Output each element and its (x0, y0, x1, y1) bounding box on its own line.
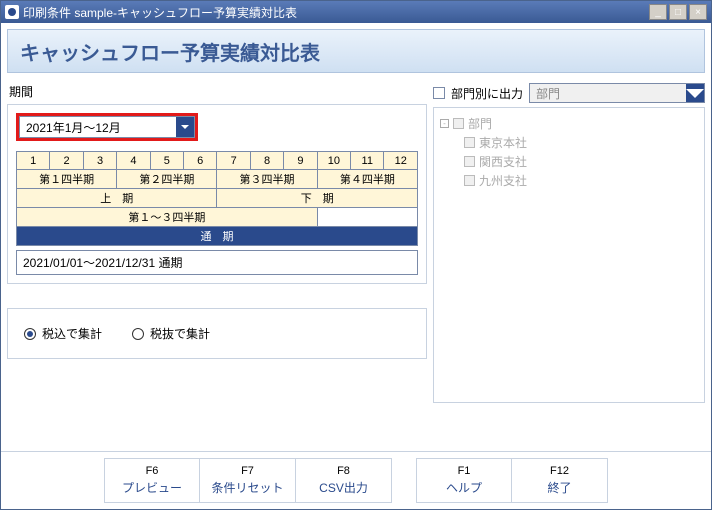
radio-incl-label: 税込で集計 (42, 325, 102, 342)
dept-combo[interactable]: 部門 (529, 83, 705, 103)
radio-excl-tax[interactable]: 税抜で集計 (132, 325, 210, 342)
month-button-7[interactable]: 7 (217, 152, 250, 170)
half-button-2[interactable]: 下 期 (217, 189, 418, 208)
quarter-button-3[interactable]: 第３四半期 (217, 170, 317, 189)
radio-excl-label: 税抜で集計 (150, 325, 210, 342)
preview-button[interactable]: F6 プレビュー (104, 458, 200, 503)
footer-toolbar: F6 プレビュー F7 条件リセット F8 CSV出力 F1 ヘルプ F12 終… (1, 451, 711, 509)
quarter-button-4[interactable]: 第４四半期 (317, 170, 417, 189)
fbtn-label: 条件リセット (211, 479, 283, 496)
titlebar: 印刷条件 sample-キャッシュフロー予算実績対比表 _ □ × (1, 1, 711, 23)
fbtn-label: ヘルプ (446, 479, 482, 496)
tree-item-label: 東京本社 (479, 134, 527, 151)
period-combo-highlight: 2021年1月～12月 (16, 113, 198, 141)
period-label: 期間 (7, 79, 427, 104)
period-combo[interactable]: 2021年1月～12月 (19, 116, 195, 138)
close-button[interactable]: × (689, 4, 707, 20)
maximize-button[interactable]: □ (669, 4, 687, 20)
dept-output-label: 部門別に出力 (451, 85, 523, 102)
collapse-icon[interactable]: - (440, 119, 449, 128)
tree-checkbox[interactable] (453, 118, 464, 129)
month-button-8[interactable]: 8 (250, 152, 283, 170)
tree-item-label: 九州支社 (479, 172, 527, 189)
half-button-1[interactable]: 上 期 (17, 189, 217, 208)
month-button-1[interactable]: 1 (17, 152, 50, 170)
dept-output-checkbox[interactable] (433, 87, 445, 99)
tree-checkbox[interactable] (464, 137, 475, 148)
tree-root[interactable]: - 部門 (440, 114, 698, 133)
period-grid: 1 2 3 4 5 6 7 8 9 10 11 12 第１四半期 (16, 151, 418, 246)
dept-tree: - 部門 東京本社 関西支社 九州支社 (433, 107, 705, 403)
radio-icon (132, 328, 144, 340)
quarter-button-1[interactable]: 第１四半期 (17, 170, 117, 189)
fkey-label: F7 (241, 465, 254, 477)
chevron-down-icon (176, 117, 194, 137)
month-button-2[interactable]: 2 (50, 152, 83, 170)
month-button-10[interactable]: 10 (317, 152, 350, 170)
fkey-label: F12 (550, 465, 569, 477)
month-button-12[interactable]: 12 (384, 152, 418, 170)
period-combo-value: 2021年1月～12月 (20, 119, 176, 136)
month-button-9[interactable]: 9 (284, 152, 317, 170)
fkey-label: F8 (337, 465, 350, 477)
aggregate-panel: 税込で集計 税抜で集計 (7, 308, 427, 359)
minimize-button[interactable]: _ (649, 4, 667, 20)
fbtn-label: プレビュー (122, 479, 182, 496)
month-button-5[interactable]: 5 (150, 152, 183, 170)
month-button-11[interactable]: 11 (351, 152, 384, 170)
tree-root-label: 部門 (468, 115, 492, 132)
fkey-label: F1 (458, 465, 471, 477)
app-icon (5, 5, 19, 19)
tree-item[interactable]: 東京本社 (440, 133, 698, 152)
tree-item[interactable]: 関西支社 (440, 152, 698, 171)
tree-checkbox[interactable] (464, 175, 475, 186)
fkey-label: F6 (146, 465, 159, 477)
period-panel: 2021年1月～12月 1 2 3 4 5 6 7 8 9 (7, 104, 427, 284)
fbtn-label: 終了 (547, 479, 571, 496)
help-button[interactable]: F1 ヘルプ (416, 458, 512, 503)
dept-combo-value: 部門 (530, 85, 686, 102)
reset-button[interactable]: F7 条件リセット (200, 458, 296, 503)
period-readout: 2021/01/01～2021/12/31 通期 (16, 250, 418, 275)
app-window: 印刷条件 sample-キャッシュフロー予算実績対比表 _ □ × キャッシュフ… (0, 0, 712, 510)
page-title: キャッシュフロー予算実績対比表 (20, 37, 320, 66)
month-button-3[interactable]: 3 (83, 152, 116, 170)
full-year-button[interactable]: 通 期 (17, 227, 418, 246)
month-button-6[interactable]: 6 (184, 152, 217, 170)
page-banner: キャッシュフロー予算実績対比表 (7, 29, 705, 73)
month-button-4[interactable]: 4 (117, 152, 150, 170)
radio-icon (24, 328, 36, 340)
tree-checkbox[interactable] (464, 156, 475, 167)
chevron-down-icon (686, 84, 704, 102)
exit-button[interactable]: F12 終了 (512, 458, 608, 503)
csv-button[interactable]: F8 CSV出力 (296, 458, 392, 503)
radio-incl-tax[interactable]: 税込で集計 (24, 325, 102, 342)
tree-item[interactable]: 九州支社 (440, 171, 698, 190)
window-title: 印刷条件 sample-キャッシュフロー予算実績対比表 (23, 4, 297, 21)
tree-item-label: 関西支社 (479, 153, 527, 170)
fbtn-label: CSV出力 (319, 479, 368, 496)
q123-button[interactable]: 第１～３四半期 (17, 208, 318, 227)
q4-empty (317, 208, 417, 227)
quarter-button-2[interactable]: 第２四半期 (117, 170, 217, 189)
